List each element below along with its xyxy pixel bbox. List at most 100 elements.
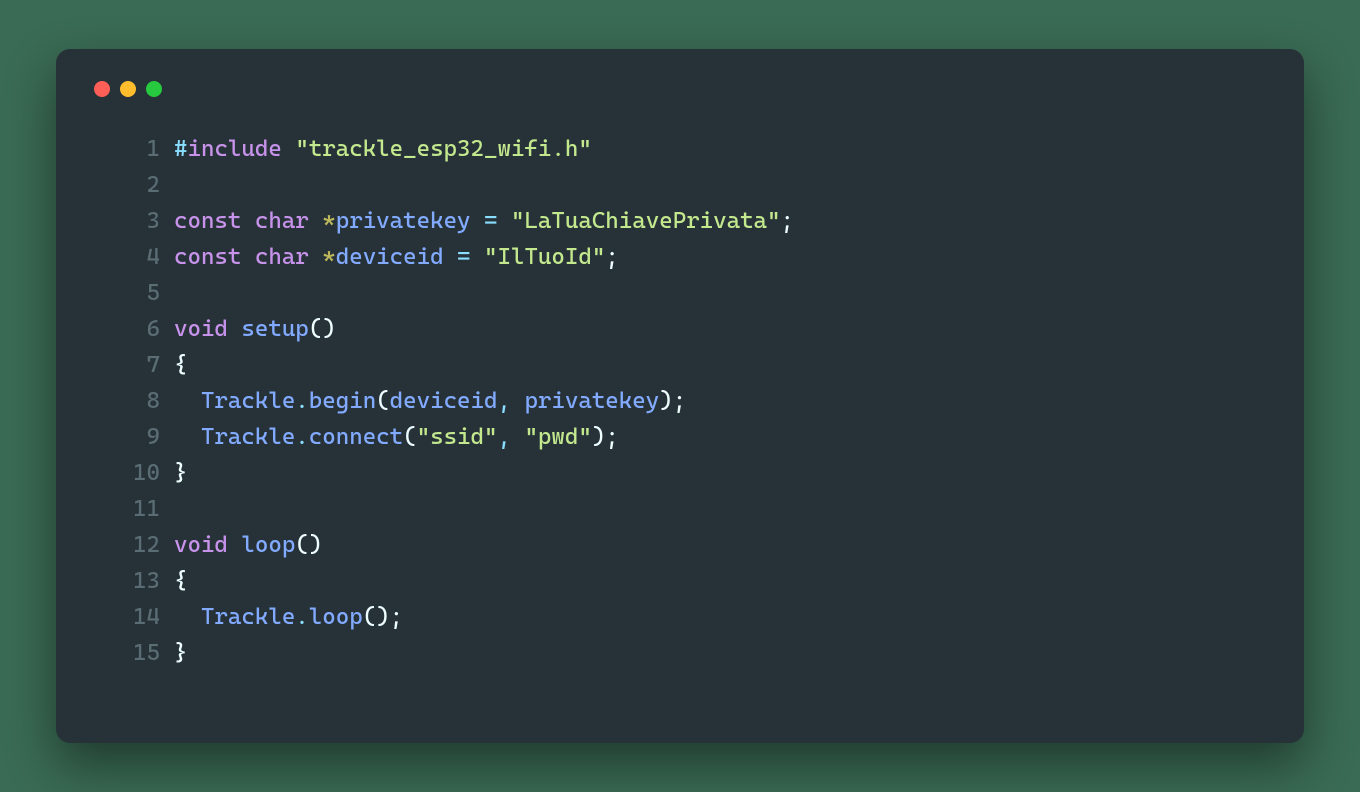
code-line: 7{ xyxy=(130,347,1272,383)
code-token: { xyxy=(174,568,187,594)
code-token: = xyxy=(484,208,497,234)
code-token xyxy=(511,424,524,450)
line-number: 8 xyxy=(130,383,174,419)
code-token: ( xyxy=(403,424,416,450)
line-number: 1 xyxy=(130,131,174,167)
code-token: "ssid" xyxy=(417,424,498,450)
code-token xyxy=(174,388,201,414)
code-token: "pwd" xyxy=(524,424,591,450)
code-token xyxy=(444,244,457,270)
line-content: const char *deviceid = "IlTuoId"; xyxy=(174,239,619,275)
code-token: ; xyxy=(605,424,618,450)
line-number: 12 xyxy=(130,527,174,563)
line-content: Trackle.begin(deviceid, privatekey); xyxy=(174,383,686,419)
code-line: 4const char *deviceid = "IlTuoId"; xyxy=(130,239,1272,275)
code-token: . xyxy=(295,604,308,630)
code-token: privatekey xyxy=(336,208,471,234)
line-number: 14 xyxy=(130,599,174,635)
code-token: () xyxy=(295,532,322,558)
line-content: } xyxy=(174,635,187,671)
line-content xyxy=(174,167,187,203)
code-token: begin xyxy=(309,388,376,414)
code-token: = xyxy=(457,244,470,270)
code-line: 14 Trackle.loop(); xyxy=(130,599,1272,635)
code-line: 6void setup() xyxy=(130,311,1272,347)
code-line: 10} xyxy=(130,455,1272,491)
window-titlebar xyxy=(88,75,1272,97)
code-token: . xyxy=(295,424,308,450)
code-line: 11 xyxy=(130,491,1272,527)
code-token: Trackle xyxy=(201,604,295,630)
code-line: 5 xyxy=(130,275,1272,311)
minimize-icon[interactable] xyxy=(120,81,136,97)
line-number: 4 xyxy=(130,239,174,275)
line-content: Trackle.connect("ssid", "pwd"); xyxy=(174,419,619,455)
line-number: 7 xyxy=(130,347,174,383)
code-token: () xyxy=(363,604,390,630)
code-token: } xyxy=(174,640,187,666)
code-line: 9 Trackle.connect("ssid", "pwd"); xyxy=(130,419,1272,455)
line-number: 9 xyxy=(130,419,174,455)
code-token: Trackle xyxy=(201,388,295,414)
line-number: 11 xyxy=(130,491,174,527)
code-token: const xyxy=(174,208,241,234)
code-token: char xyxy=(255,244,309,270)
code-token: # xyxy=(174,136,187,162)
line-content: } xyxy=(174,455,187,491)
code-token: { xyxy=(174,352,187,378)
maximize-icon[interactable] xyxy=(146,81,162,97)
code-token: "trackle_esp32_wifi.h" xyxy=(295,136,591,162)
code-token xyxy=(471,208,484,234)
line-content: void loop() xyxy=(174,527,322,563)
code-token: Trackle xyxy=(201,424,295,450)
code-token: * xyxy=(322,244,335,270)
code-token: privatekey xyxy=(524,388,659,414)
code-token: deviceid xyxy=(390,388,498,414)
code-token: () xyxy=(309,316,336,342)
code-token: ( xyxy=(376,388,389,414)
close-icon[interactable] xyxy=(94,81,110,97)
code-line: 13{ xyxy=(130,563,1272,599)
line-number: 2 xyxy=(130,167,174,203)
code-token xyxy=(497,208,510,234)
line-number: 15 xyxy=(130,635,174,671)
code-token xyxy=(228,316,241,342)
code-token xyxy=(241,208,254,234)
code-token xyxy=(309,208,322,234)
code-token xyxy=(511,388,524,414)
code-token: "LaTuaChiavePrivata" xyxy=(511,208,781,234)
code-token xyxy=(174,604,201,630)
code-token: loop xyxy=(309,604,363,630)
line-number: 3 xyxy=(130,203,174,239)
line-content xyxy=(174,275,187,311)
line-number: 5 xyxy=(130,275,174,311)
code-block: 1#include "trackle_esp32_wifi.h"2 3const… xyxy=(88,131,1272,671)
code-line: 12void loop() xyxy=(130,527,1272,563)
code-token: ; xyxy=(605,244,618,270)
line-content: const char *privatekey = "LaTuaChiavePri… xyxy=(174,203,794,239)
code-token: char xyxy=(255,208,309,234)
code-token: ; xyxy=(673,388,686,414)
line-content: { xyxy=(174,347,187,383)
code-token: "IlTuoId" xyxy=(484,244,605,270)
code-token: ) xyxy=(659,388,672,414)
code-token: connect xyxy=(309,424,403,450)
code-token xyxy=(228,532,241,558)
code-token xyxy=(174,424,201,450)
code-token: . xyxy=(295,388,308,414)
code-window: 1#include "trackle_esp32_wifi.h"2 3const… xyxy=(56,49,1304,743)
line-number: 13 xyxy=(130,563,174,599)
code-token: , xyxy=(497,424,510,450)
code-token: ; xyxy=(781,208,794,234)
code-token: const xyxy=(174,244,241,270)
code-line: 15} xyxy=(130,635,1272,671)
code-line: 3const char *privatekey = "LaTuaChiavePr… xyxy=(130,203,1272,239)
code-token: void xyxy=(174,316,228,342)
line-content: { xyxy=(174,563,187,599)
code-token xyxy=(471,244,484,270)
code-line: 1#include "trackle_esp32_wifi.h" xyxy=(130,131,1272,167)
line-number: 6 xyxy=(130,311,174,347)
code-line: 8 Trackle.begin(deviceid, privatekey); xyxy=(130,383,1272,419)
code-token xyxy=(309,244,322,270)
code-token: loop xyxy=(241,532,295,558)
